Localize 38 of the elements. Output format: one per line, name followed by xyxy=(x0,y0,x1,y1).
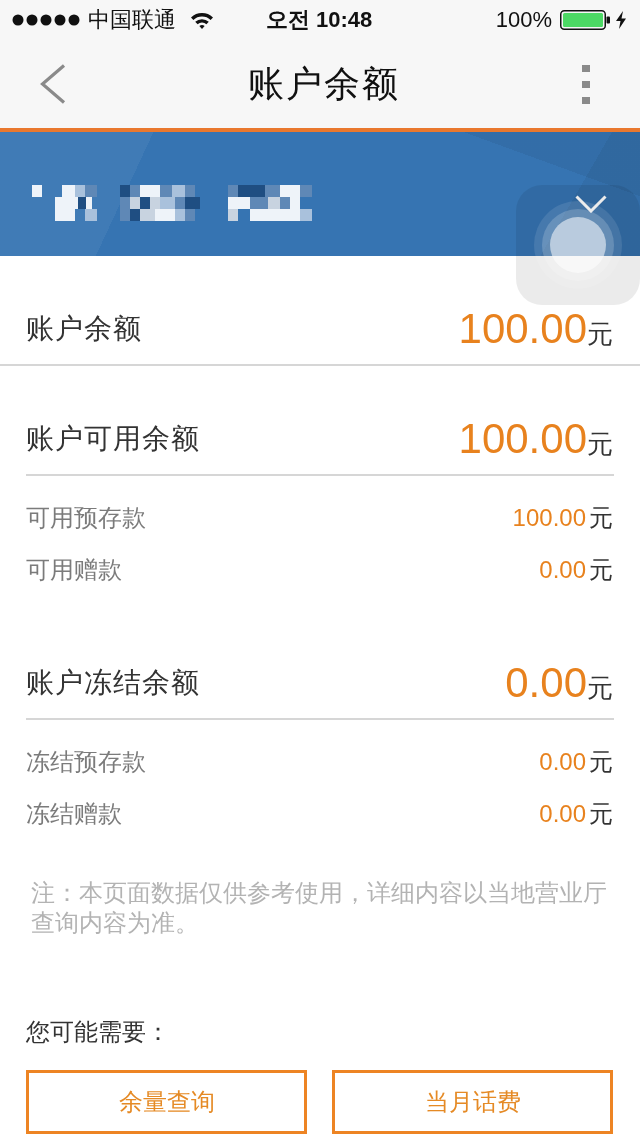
battery-icon xyxy=(560,10,610,30)
currency-unit: 元 xyxy=(587,672,613,705)
signal-strength-icon xyxy=(12,14,80,26)
chevron-down-icon[interactable] xyxy=(575,195,607,213)
battery-percent: 100% xyxy=(495,7,552,33)
currency-unit: 元 xyxy=(589,555,613,585)
balance-amount: 0.00 xyxy=(505,659,587,707)
currency-unit: 元 xyxy=(589,503,613,533)
disclaimer-note: 注：本页面数据仅供参考使用，详细内容以当地营业厅查询内容为准。 xyxy=(30,878,608,938)
detail-label: 可用预存款 xyxy=(26,503,146,533)
balance-amount: 100.00 xyxy=(458,415,587,463)
detail-amount: 0.00 xyxy=(539,556,586,584)
suggestion-button[interactable]: 余量查询 xyxy=(26,1070,307,1134)
back-chevron-icon[interactable] xyxy=(40,64,66,104)
detail-amount: 0.00 xyxy=(539,800,586,828)
detail-label: 可用赠款 xyxy=(26,555,122,585)
detail-label: 冻结赠款 xyxy=(26,799,122,829)
balance-label: 账户冻结余额 xyxy=(26,666,200,700)
detail-amount: 0.00 xyxy=(539,748,586,776)
suggestion-button[interactable]: 当月话费 xyxy=(332,1070,613,1134)
page-title: 账户余额 xyxy=(248,61,400,106)
balance-label: 账户可用余额 xyxy=(26,422,200,456)
currency-unit: 元 xyxy=(587,318,613,351)
status-time: 오전 10:48 xyxy=(265,6,373,34)
balance-label: 账户余额 xyxy=(26,312,142,346)
detail-label: 冻结预存款 xyxy=(26,747,146,777)
charging-bolt-icon xyxy=(616,11,626,29)
currency-unit: 元 xyxy=(587,428,613,461)
suggestions-heading: 您可能需要： xyxy=(25,1017,171,1047)
floating-touch-button[interactable] xyxy=(516,185,640,305)
currency-unit: 元 xyxy=(589,799,613,829)
account-banner[interactable] xyxy=(0,132,640,256)
detail-amount: 100.00 xyxy=(512,504,586,532)
currency-unit: 元 xyxy=(589,747,613,777)
more-options-icon[interactable] xyxy=(582,64,590,104)
balance-amount: 100.00 xyxy=(458,305,587,353)
carrier-name: 中国联通 xyxy=(88,6,176,34)
wifi-icon xyxy=(190,11,214,29)
